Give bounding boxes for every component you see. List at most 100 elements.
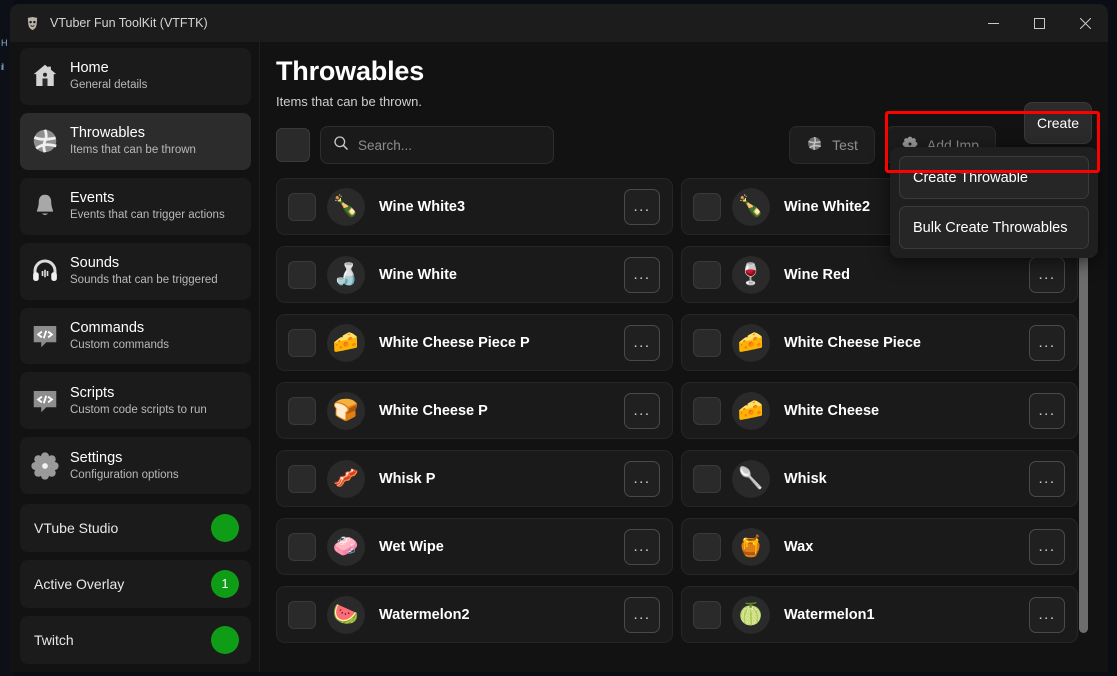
status-label: VTube Studio	[34, 520, 119, 537]
search-input[interactable]	[358, 137, 541, 153]
table-row[interactable]: 🍾 Wine White3 ...	[276, 178, 673, 235]
table-row[interactable]: 🍈 Watermelon1 ...	[681, 586, 1078, 643]
sidebar-item-sounds[interactable]: Sounds Sounds that can be triggered	[20, 242, 251, 300]
row-menu-button[interactable]: ...	[624, 460, 660, 497]
row-menu-button[interactable]: ...	[1029, 528, 1065, 565]
search-box[interactable]	[320, 126, 554, 164]
row-menu-button[interactable]: ...	[1029, 460, 1065, 497]
row-menu-button[interactable]: ...	[624, 256, 660, 293]
row-menu-button[interactable]: ...	[1029, 324, 1065, 361]
status-twitch[interactable]: Twitch	[20, 616, 251, 664]
minimize-icon[interactable]	[970, 4, 1016, 42]
item-thumbnail: 🍾	[732, 187, 770, 226]
row-menu-button[interactable]: ...	[624, 596, 660, 633]
row-checkbox[interactable]	[693, 532, 721, 561]
row-checkbox[interactable]	[693, 396, 721, 425]
sidebar-item-sub: Events that can trigger actions	[70, 209, 225, 222]
row-checkbox[interactable]	[693, 260, 721, 289]
item-name: Wine White3	[379, 198, 466, 215]
sidebar-item-title: Settings	[70, 449, 123, 466]
row-checkbox[interactable]	[693, 464, 721, 493]
item-thumbnail: 🍈	[732, 595, 770, 634]
throwable-ball-icon	[806, 135, 823, 155]
item-thumbnail: 🍾	[327, 187, 365, 226]
table-row[interactable]: 🍉 Watermelon2 ...	[276, 586, 673, 643]
sidebar-item-events[interactable]: Events Events that can trigger actions	[20, 177, 251, 235]
status-active-overlay[interactable]: Active Overlay 1	[20, 560, 251, 609]
row-checkbox[interactable]	[693, 192, 721, 221]
row-checkbox[interactable]	[288, 192, 316, 221]
status-vtube-studio[interactable]: VTube Studio	[20, 504, 251, 553]
create-button[interactable]: Create	[1024, 102, 1092, 144]
app-body: Home General details Throwables Items th…	[10, 42, 1108, 672]
main-content: Throwables Items that can be thrown. Cre…	[260, 42, 1108, 672]
title-bar: VTuber Fun ToolKit (VTFTK)	[10, 4, 1108, 42]
test-button[interactable]: Test	[789, 126, 875, 164]
status-badge	[211, 626, 239, 654]
item-thumbnail: 🍞	[327, 391, 365, 430]
menu-item-bulk-create-throwables[interactable]: Bulk Create Throwables	[899, 206, 1089, 249]
item-thumbnail: 🍷	[732, 255, 770, 294]
close-icon[interactable]	[1062, 4, 1108, 42]
item-thumbnail: 🧀	[732, 323, 770, 362]
home-icon	[30, 61, 60, 91]
sidebar-item-commands[interactable]: Commands Custom commands	[20, 307, 251, 365]
sidebar-item-title: Events	[70, 190, 115, 207]
test-button-label: Test	[832, 137, 858, 153]
sidebar-item-sub: Configuration options	[70, 468, 179, 481]
sidebar-item-title: Home	[70, 60, 109, 77]
throwable-ball-icon	[30, 126, 60, 156]
sidebar-item-scripts[interactable]: Scripts Custom code scripts to run	[20, 372, 251, 430]
sidebar-item-sub: Items that can be thrown	[70, 144, 196, 157]
sidebar-item-title: Scripts	[70, 384, 115, 401]
item-thumbnail: 🥄	[732, 459, 770, 498]
select-all-checkbox[interactable]	[276, 128, 310, 162]
item-name: White Cheese	[784, 402, 880, 419]
table-row[interactable]: 🧀 White Cheese ...	[681, 382, 1078, 439]
row-checkbox[interactable]	[288, 396, 316, 425]
row-checkbox[interactable]	[288, 600, 316, 629]
item-name: White Cheese Piece	[784, 334, 921, 351]
status-badge	[211, 514, 239, 543]
row-menu-button[interactable]: ...	[1029, 392, 1065, 429]
table-row[interactable]: 🥓 Whisk P ...	[276, 450, 673, 507]
sidebar-item-throwables[interactable]: Throwables Items that can be thrown	[20, 112, 251, 170]
item-name: White Cheese Piece P	[379, 334, 530, 351]
window-controls	[970, 4, 1108, 42]
row-menu-button[interactable]: ...	[624, 392, 660, 429]
table-row[interactable]: 🍶 Wine White ...	[276, 246, 673, 303]
table-row[interactable]: 🥄 Whisk ...	[681, 450, 1078, 507]
menu-item-create-throwable[interactable]: Create Throwable	[899, 156, 1089, 199]
table-row[interactable]: 🧀 White Cheese Piece ...	[681, 314, 1078, 371]
gear-icon	[30, 451, 60, 481]
maximize-icon[interactable]	[1016, 4, 1062, 42]
row-checkbox[interactable]	[288, 328, 316, 357]
row-checkbox[interactable]	[288, 532, 316, 561]
item-thumbnail: 🧀	[732, 391, 770, 430]
table-row[interactable]: 🍯 Wax ...	[681, 518, 1078, 575]
table-row[interactable]: 🍞 White Cheese P ...	[276, 382, 673, 439]
sidebar-item-sub: Sounds that can be triggered	[70, 274, 218, 287]
table-row[interactable]: 🧼 Wet Wipe ...	[276, 518, 673, 575]
item-name: White Cheese P	[379, 402, 488, 419]
row-checkbox[interactable]	[288, 464, 316, 493]
create-dropdown-menu: Create Throwable Bulk Create Throwables	[890, 147, 1098, 258]
item-name: Wine Red	[784, 266, 850, 283]
row-menu-button[interactable]: ...	[624, 188, 660, 225]
row-menu-button[interactable]: ...	[1029, 596, 1065, 633]
item-thumbnail: 🍶	[327, 255, 365, 294]
app-window: VTuber Fun ToolKit (VTFTK) Home General …	[10, 4, 1108, 672]
sidebar-item-home[interactable]: Home General details	[20, 48, 251, 105]
throwables-column-left: 🍾 Wine White3 ... 🍶 Wine White ... 🧀 Whi…	[276, 178, 673, 672]
row-menu-button[interactable]: ...	[1029, 256, 1065, 293]
row-checkbox[interactable]	[288, 260, 316, 289]
table-row[interactable]: 🧀 White Cheese Piece P ...	[276, 314, 673, 371]
row-checkbox[interactable]	[693, 600, 721, 629]
page-title: Throwables	[276, 56, 425, 86]
row-menu-button[interactable]: ...	[624, 528, 660, 565]
sidebar-item-settings[interactable]: Settings Configuration options	[20, 437, 251, 495]
row-menu-button[interactable]: ...	[624, 324, 660, 361]
vtftk-logo-icon	[24, 15, 40, 31]
row-checkbox[interactable]	[693, 328, 721, 357]
sidebar-item-sub: Custom commands	[70, 339, 170, 351]
